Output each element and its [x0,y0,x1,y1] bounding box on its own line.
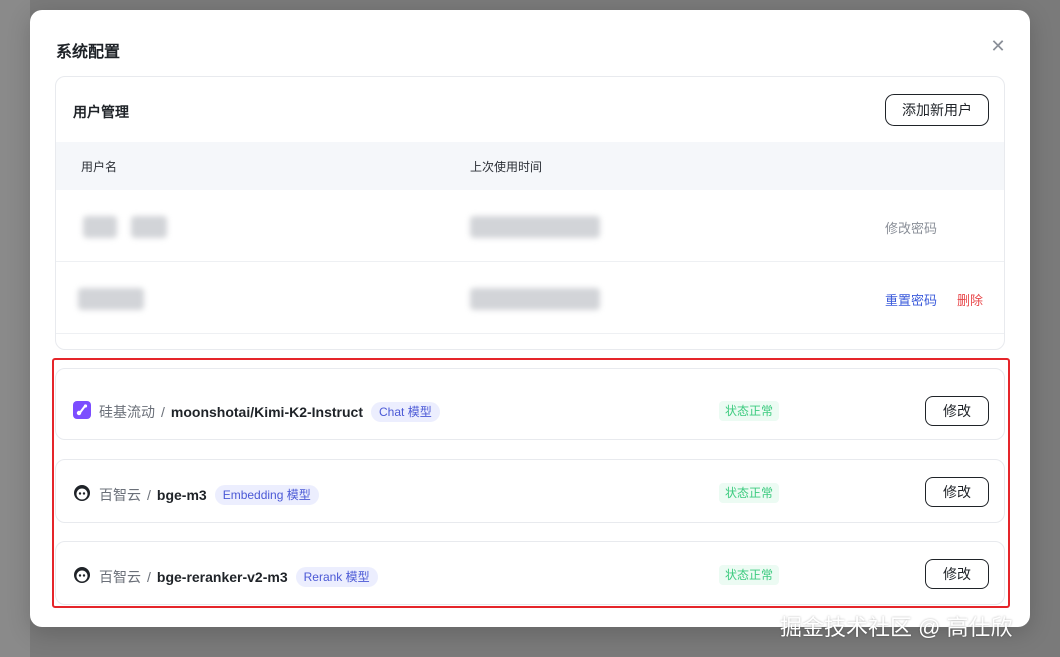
provider-name: 百智云 [99,569,141,585]
baidu-cloud-logo-icon [74,485,90,501]
separator: / [147,569,151,585]
blurred-username [78,288,144,310]
status-badge: 状态正常 [719,483,780,503]
edit-model-button[interactable]: 修改 [925,477,989,507]
status-badge: 状态正常 [719,565,780,585]
change-password-link[interactable]: 修改密码 [885,218,937,237]
add-user-button[interactable]: 添加新用户 [885,94,989,126]
column-header-last-used: 上次使用时间 [470,160,543,174]
user-management-card: 用户管理 添加新用户 用户名 上次使用时间 修改密码 重置密码 删除 [55,76,1005,350]
table-row [56,334,1004,349]
model-card: 硅基流动 / moonshotai/Kimi-K2-Instruct Chat 模型 … [55,368,1005,440]
table-row: 修改密码 [56,190,1004,262]
system-config-modal: 系统配置 ✕ 用户管理 添加新用户 用户名 上次使用时间 修改密码 重置密码 删… [30,10,1030,627]
blurred-username [131,216,167,238]
model-title-line: 百智云 / bge-reranker-v2-m3 Rerank 模型 [99,567,378,587]
blurred-last-used [470,216,600,238]
status-badge: 状态正常 [719,401,780,421]
reset-password-link[interactable]: 重置密码 [885,290,937,309]
model-type-badge: Embedding 模型 [214,485,319,505]
delete-link[interactable]: 删除 [957,290,983,309]
modal-title: 系统配置 [56,44,121,61]
siliconflow-logo-icon [73,401,91,419]
provider-name: 百智云 [99,487,141,503]
table-row: 重置密码 删除 [56,262,1004,334]
baidu-cloud-logo-icon [74,567,90,583]
separator: / [147,487,151,503]
blurred-last-used [470,288,600,310]
blurred-username [83,216,117,238]
close-icon[interactable]: ✕ [988,36,1008,56]
watermark: 掘金技术社区 @ 高仕欣 [780,615,1013,640]
user-management-title: 用户管理 [73,104,129,120]
model-card: 百智云 / bge-reranker-v2-m3 Rerank 模型 状态正常 修改 [55,541,1005,605]
edit-model-button[interactable]: 修改 [925,396,989,426]
model-title-line: 百智云 / bge-m3 Embedding 模型 [99,485,319,505]
model-name: bge-m3 [156,487,207,503]
table-header: 用户名 上次使用时间 [56,142,1004,190]
model-name: moonshotai/Kimi-K2-Instruct [170,404,364,420]
provider-name: 硅基流动 [99,404,155,420]
model-name: bge-reranker-v2-m3 [156,569,288,585]
model-type-badge: Rerank 模型 [295,567,378,587]
edit-model-button[interactable]: 修改 [925,559,989,589]
model-title-line: 硅基流动 / moonshotai/Kimi-K2-Instruct Chat 模型 [99,402,440,422]
column-header-username: 用户名 [81,160,118,174]
backdrop [0,0,30,657]
separator: / [161,404,165,420]
model-type-badge: Chat 模型 [371,402,440,422]
model-card: 百智云 / bge-m3 Embedding 模型 状态正常 修改 [55,459,1005,523]
